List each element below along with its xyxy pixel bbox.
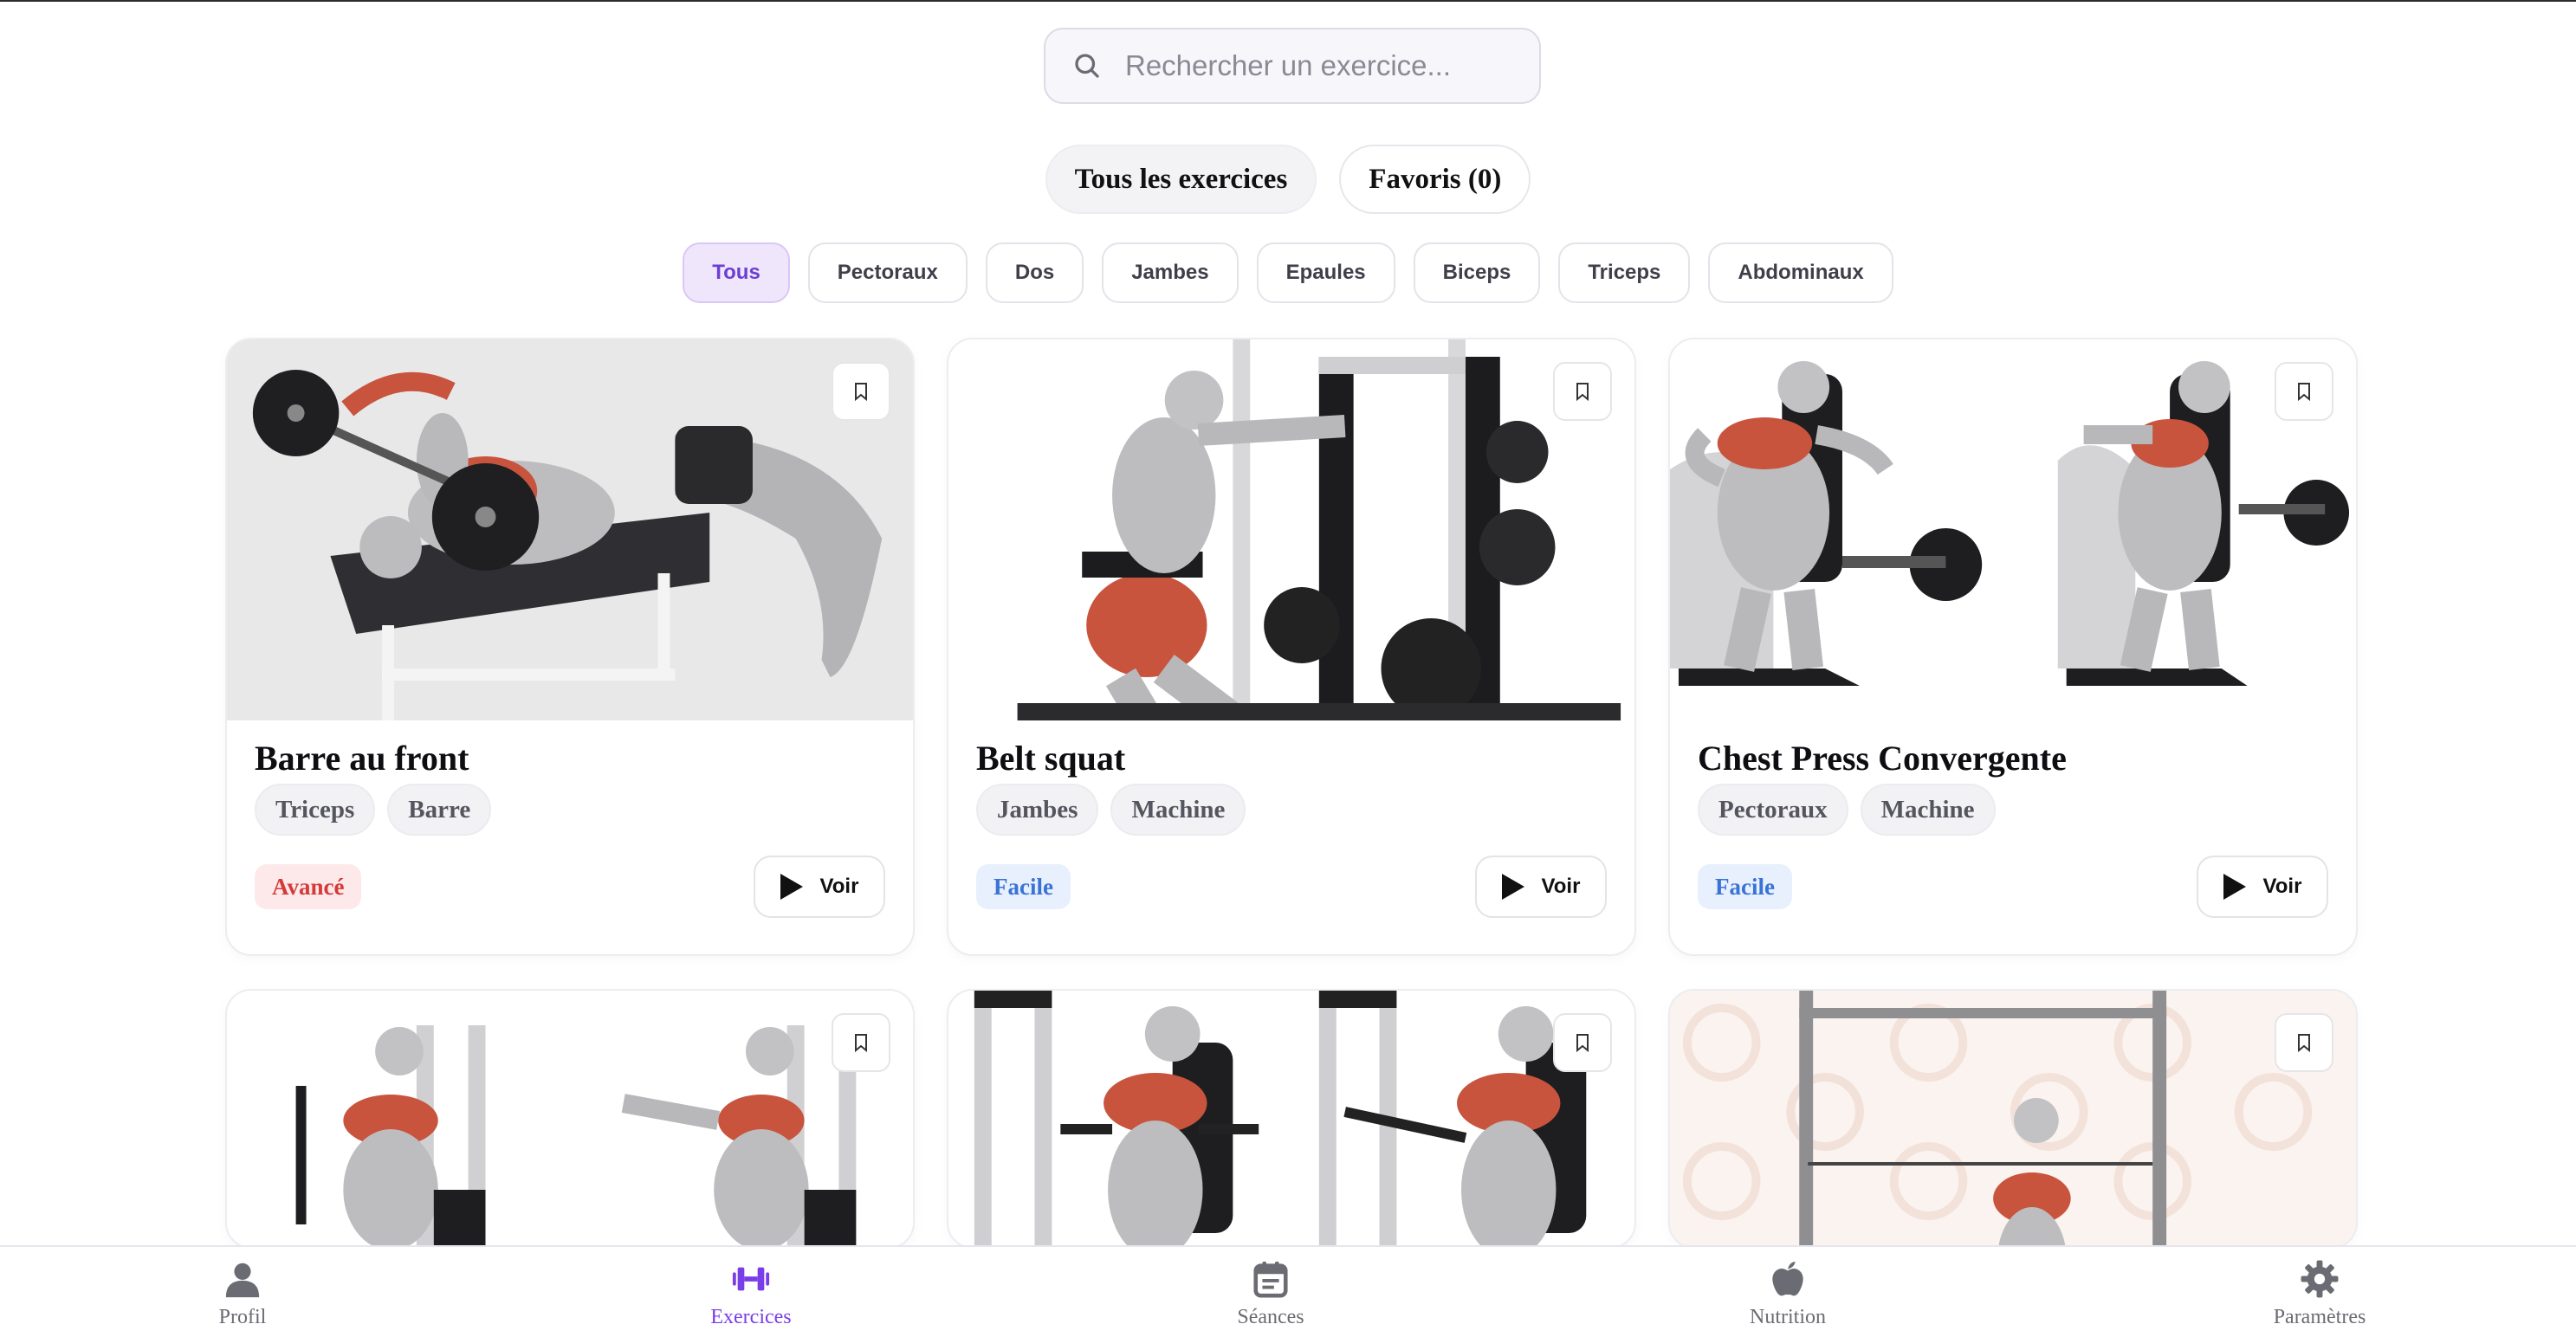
play-icon — [2223, 874, 2246, 900]
tag-equipment: Machine — [1860, 784, 1996, 836]
nav-label: Paramètres — [2273, 1306, 2366, 1328]
tab-favorites[interactable]: Favoris (0) — [1339, 145, 1531, 214]
search-icon — [1075, 54, 1099, 78]
bookmark-button[interactable] — [2275, 362, 2333, 421]
tab-all-exercises[interactable]: Tous les exercices — [1045, 145, 1317, 214]
view-button-label: Voir — [2262, 875, 2302, 898]
nav-label: Nutrition — [1750, 1306, 1826, 1328]
view-button-label: Voir — [1541, 875, 1581, 898]
search-bar[interactable] — [1044, 28, 1541, 104]
view-button-label: Voir — [819, 875, 859, 898]
gear-icon — [2301, 1260, 2339, 1298]
bookmark-icon — [1576, 383, 1589, 402]
exercise-image — [227, 991, 913, 1247]
tag-muscle: Triceps — [255, 784, 376, 836]
user-icon — [225, 1263, 260, 1298]
bookmark-button[interactable] — [1553, 362, 1612, 421]
chip-epaules[interactable]: Epaules — [1256, 242, 1395, 303]
main-tabs: Tous les exercices Favoris (0) — [0, 145, 2576, 214]
calendar-icon — [1253, 1261, 1288, 1298]
exercise-title: Chest Press Convergente — [1698, 739, 2067, 778]
exercise-card[interactable] — [947, 989, 1636, 1249]
nav-seances[interactable]: Séances — [1184, 1259, 1357, 1329]
chip-dos[interactable]: Dos — [985, 242, 1084, 303]
window-top-border — [0, 0, 2576, 2]
bookmark-button[interactable] — [832, 1013, 890, 1072]
view-button[interactable]: Voir — [1475, 856, 1607, 918]
chip-pectoraux[interactable]: Pectoraux — [807, 242, 968, 303]
exercise-image — [1670, 339, 2356, 720]
bookmark-button[interactable] — [1553, 1013, 1612, 1072]
exercise-card[interactable] — [1668, 989, 2358, 1249]
apple-icon — [1772, 1261, 1803, 1296]
view-button[interactable]: Voir — [754, 856, 885, 918]
exercise-image — [948, 991, 1634, 1247]
bookmark-icon — [855, 383, 867, 402]
exercise-card[interactable]: Barre au front Triceps Barre Avancé Voir — [225, 338, 915, 956]
exercise-title: Barre au front — [255, 739, 469, 778]
bookmark-icon — [2298, 1034, 2310, 1053]
nav-label: Exercices — [710, 1306, 792, 1328]
play-icon — [1501, 874, 1524, 900]
bookmark-button[interactable] — [2275, 1013, 2333, 1072]
exercise-image — [227, 339, 913, 720]
exercise-card[interactable]: Chest Press Convergente Pectoraux Machin… — [1668, 338, 2358, 956]
exercise-image — [1670, 991, 2356, 1247]
bookmark-button[interactable] — [832, 362, 890, 421]
chip-tous[interactable]: Tous — [683, 242, 790, 303]
play-icon — [780, 874, 803, 900]
nav-parametres[interactable]: Paramètres — [2233, 1259, 2406, 1329]
bookmark-icon — [1576, 1034, 1589, 1053]
nav-label: Profil — [218, 1306, 267, 1328]
exercise-tags: Triceps Barre — [255, 784, 492, 836]
nav-nutrition[interactable]: Nutrition — [1701, 1259, 1874, 1329]
dumbbell-icon — [732, 1267, 770, 1291]
exercise-image — [948, 339, 1634, 720]
exercise-tags: Pectoraux Machine — [1698, 784, 1996, 836]
difficulty-badge: Facile — [976, 864, 1071, 909]
exercise-tags: Jambes Machine — [976, 784, 1246, 836]
exercise-card[interactable]: Belt squat Jambes Machine Facile Voir — [947, 338, 1636, 956]
nav-label: Séances — [1237, 1306, 1304, 1328]
chip-biceps[interactable]: Biceps — [1413, 242, 1541, 303]
nav-profil[interactable]: Profil — [156, 1259, 329, 1329]
tag-equipment: Barre — [387, 784, 492, 836]
search-input[interactable] — [1125, 49, 1506, 82]
difficulty-badge: Avancé — [255, 864, 362, 909]
tag-muscle: Pectoraux — [1698, 784, 1848, 836]
view-button[interactable]: Voir — [2197, 856, 2328, 918]
tag-equipment: Machine — [1110, 784, 1246, 836]
exercise-card[interactable] — [225, 989, 915, 1249]
chip-triceps[interactable]: Triceps — [1558, 242, 1691, 303]
bookmark-icon — [2298, 383, 2310, 402]
exercise-title: Belt squat — [976, 739, 1126, 778]
bookmark-icon — [855, 1034, 867, 1053]
chip-abdominaux[interactable]: Abdominaux — [1708, 242, 1893, 303]
bottom-navigation: Profil Exercices Séances Nutrition Param… — [0, 1245, 2576, 1337]
tag-muscle: Jambes — [976, 784, 1099, 836]
nav-exercices[interactable]: Exercices — [664, 1259, 838, 1329]
difficulty-badge: Facile — [1698, 864, 1792, 909]
chip-jambes[interactable]: Jambes — [1102, 242, 1239, 303]
category-filter: Tous Pectoraux Dos Jambes Epaules Biceps… — [0, 242, 2576, 303]
